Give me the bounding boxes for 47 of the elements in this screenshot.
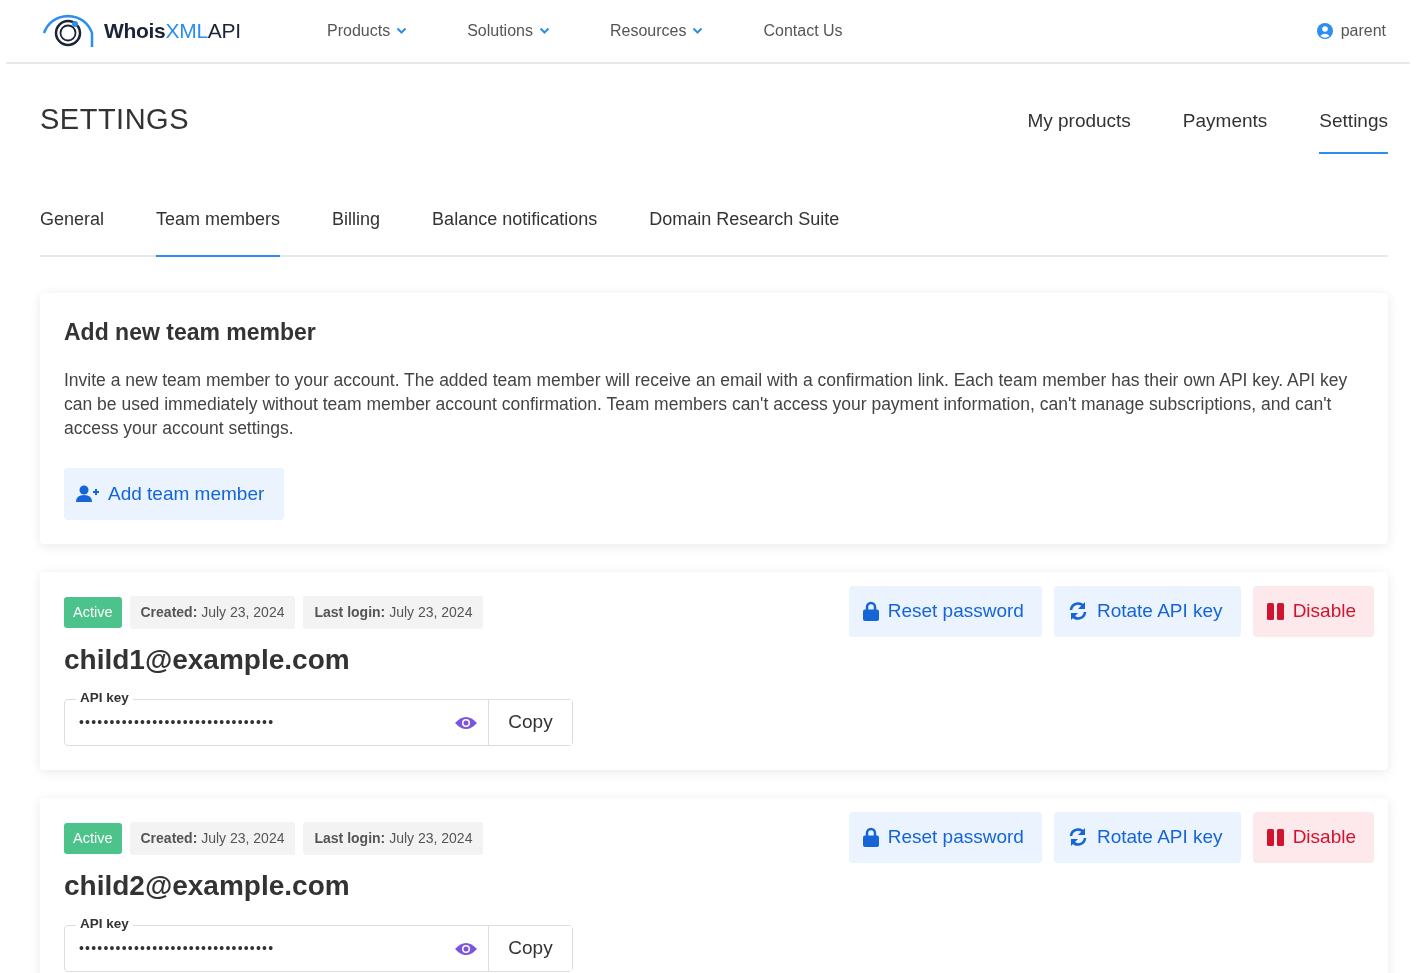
eye-icon[interactable] — [455, 941, 477, 956]
reset-password-button[interactable]: Reset password — [848, 812, 1042, 863]
reset-password-button[interactable]: Reset password — [848, 586, 1042, 637]
section-tab[interactable]: General — [40, 196, 105, 257]
refresh-icon — [1067, 601, 1088, 622]
masked-key: •••••••••••••••••••••••••••••••• — [65, 938, 455, 959]
created-date: Created: July 23, 2024 — [129, 596, 296, 629]
page-tab[interactable]: My products — [1027, 99, 1131, 154]
lock-icon — [862, 827, 879, 848]
card-title: Add new team member — [64, 318, 317, 347]
logo-text[interactable]: WhoisXMLAPI — [104, 15, 241, 47]
pause-icon — [1266, 828, 1284, 846]
page-tab[interactable]: Payments — [1182, 99, 1268, 154]
logo-icon — [40, 13, 96, 49]
copy-button[interactable]: Copy — [488, 700, 572, 745]
eye-icon[interactable] — [455, 715, 477, 730]
nav-link[interactable]: Products — [327, 19, 408, 43]
page-tab[interactable]: Settings — [1319, 99, 1388, 154]
nav-link[interactable]: Resources — [609, 19, 704, 43]
masked-key: •••••••••••••••••••••••••••••••• — [65, 712, 455, 733]
nav-link[interactable]: Contact Us — [763, 19, 843, 43]
last-login-date: Last login: July 23, 2024 — [303, 596, 484, 629]
user-icon — [1316, 23, 1333, 39]
page-title: SETTINGS — [40, 102, 189, 137]
member-email: child1@example.com — [64, 643, 351, 677]
user-menu[interactable]: parent — [1340, 19, 1386, 43]
status-badge: Active — [64, 822, 122, 855]
created-date: Created: July 23, 2024 — [129, 822, 296, 855]
card-description: Invite a new team member to your account. The added team member will receive an email with a confirmation link. Each team member has their own API key. API key can be used immediately without team member account confirmation. Team members can't access your payment information, can't manage subscriptions, and can't access your account settings. — [64, 368, 1349, 440]
lock-icon — [862, 601, 879, 622]
section-tab[interactable]: Domain Research Suite — [649, 196, 840, 257]
pause-icon — [1266, 602, 1284, 620]
add-team-member-button[interactable]: Add team member — [64, 467, 285, 520]
copy-button[interactable]: Copy — [488, 926, 572, 971]
status-badge: Active — [64, 596, 122, 629]
add-user-icon — [76, 484, 100, 503]
section-tab[interactable]: Team members — [156, 196, 281, 257]
refresh-icon — [1067, 827, 1088, 848]
rotate-key-button[interactable]: Rotate API key — [1053, 586, 1241, 637]
rotate-key-button[interactable]: Rotate API key — [1053, 812, 1241, 863]
nav-link[interactable]: Solutions — [467, 19, 550, 43]
last-login-date: Last login: July 23, 2024 — [303, 822, 484, 855]
section-tab[interactable]: Billing — [332, 196, 381, 257]
section-tab[interactable]: Balance notifications — [432, 196, 598, 257]
disable-button[interactable]: Disable — [1252, 586, 1374, 637]
member-email: child2@example.com — [64, 869, 351, 903]
disable-button[interactable]: Disable — [1252, 812, 1374, 863]
